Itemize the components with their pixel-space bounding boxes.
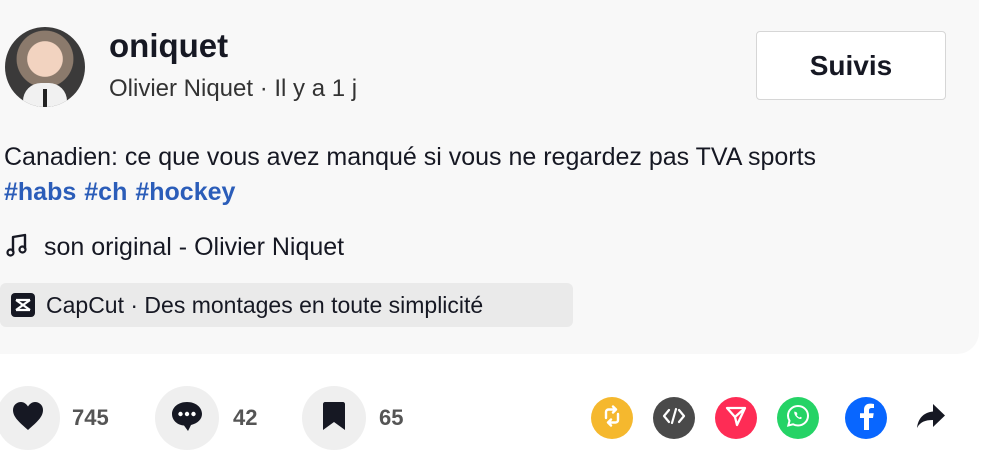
embed-button[interactable]	[653, 397, 695, 439]
like-count: 745	[72, 405, 109, 430]
avatar[interactable]	[5, 27, 85, 107]
hashtag-link[interactable]: #hockey	[135, 178, 235, 206]
share-button[interactable]	[910, 397, 952, 439]
comment-icon	[170, 400, 204, 437]
author-meta: Olivier Niquet · Il y a 1 j	[109, 73, 357, 105]
embed-icon	[662, 407, 686, 430]
music-link[interactable]: son original - Olivier Niquet	[6, 230, 344, 264]
meta-separator: ·	[253, 75, 275, 102]
capcut-icon	[10, 292, 36, 318]
like-button[interactable]	[0, 386, 60, 450]
username[interactable]: oniquet	[109, 26, 228, 66]
facebook-icon	[856, 402, 876, 435]
avatar-tie	[43, 89, 47, 107]
facebook-button[interactable]	[845, 397, 887, 439]
save-count: 65	[379, 405, 404, 430]
video-description: Canadien: ce que vous avez manqué si vou…	[4, 143, 817, 171]
music-label: son original - Olivier Niquet	[44, 232, 345, 261]
bookmark-icon	[322, 401, 346, 436]
comment-count: 42	[233, 405, 258, 430]
save-button[interactable]	[302, 386, 366, 450]
repost-icon	[601, 404, 623, 432]
music-note-icon	[6, 233, 28, 262]
whatsapp-button[interactable]	[777, 397, 819, 439]
post-time: Il y a 1 j	[274, 75, 358, 102]
hashtag-list: #habs #ch #hockey	[4, 175, 243, 209]
hashtag-link[interactable]: #ch	[84, 178, 127, 206]
send-button[interactable]	[715, 397, 757, 439]
capcut-label: CapCut · Des montages en toute simplicit…	[46, 291, 484, 318]
display-name[interactable]: Olivier Niquet	[109, 75, 253, 102]
share-arrow-icon	[916, 403, 946, 434]
repost-button[interactable]	[591, 397, 633, 439]
whatsapp-icon	[785, 403, 811, 434]
hashtag-link[interactable]: #habs	[4, 178, 76, 206]
capcut-anchor[interactable]: CapCut · Des montages en toute simplicit…	[0, 283, 573, 327]
comment-button[interactable]	[155, 386, 219, 450]
follow-button[interactable]: Suivis	[756, 31, 946, 100]
heart-icon	[12, 401, 44, 436]
send-icon	[725, 405, 747, 432]
